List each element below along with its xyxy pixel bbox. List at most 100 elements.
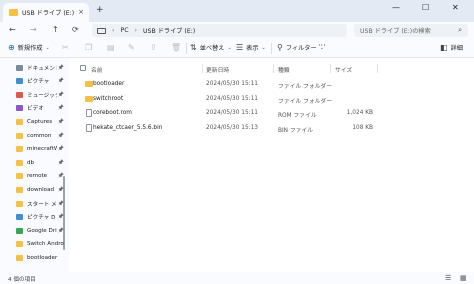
file-name: coreboot.rom bbox=[93, 110, 132, 116]
sidebar-item[interactable]: ピクチャ 📌 bbox=[16, 76, 64, 87]
folder-icon bbox=[16, 91, 23, 98]
pin-icon: 📌 bbox=[57, 159, 64, 166]
filter-icon: ⚲ bbox=[277, 43, 283, 52]
sidebar-item[interactable]: bootloader bbox=[16, 252, 64, 263]
file-type: BIN ファイル bbox=[278, 127, 314, 134]
select-all-checkbox[interactable] bbox=[80, 65, 86, 71]
sidebar-item-label: ビデオ bbox=[27, 106, 44, 113]
folder-icon bbox=[16, 241, 23, 248]
file-row[interactable]: hekate_ctcaer_5.5.6.bin 2024/05/30 15:13 B… bbox=[77, 122, 467, 134]
column-header-type[interactable]: 種類 bbox=[278, 65, 290, 74]
breadcrumb-separator: › bbox=[112, 27, 115, 34]
sidebar-item[interactable]: スタート メニュー📌 bbox=[16, 198, 64, 209]
sort-label: 並べ替え bbox=[199, 45, 225, 52]
search-box[interactable]: USB ドライブ (E:)の検索 ⌕ bbox=[354, 24, 468, 37]
up-icon[interactable]: ↑ bbox=[52, 25, 59, 34]
status-bar: 4 個の項目 ☰ ▦ bbox=[0, 272, 474, 284]
column-divider[interactable] bbox=[202, 64, 203, 73]
column-divider[interactable] bbox=[330, 64, 331, 73]
file-modified: 2024/05/30 15:13 bbox=[206, 124, 258, 131]
pin-icon: 📌 bbox=[57, 91, 64, 98]
file-name: hekate_ctcaer_5.5.6.bin bbox=[93, 124, 163, 131]
sidebar-item[interactable]: Captures 📌 bbox=[16, 116, 64, 127]
monitor-icon bbox=[97, 27, 106, 34]
close-tab-icon[interactable]: × bbox=[78, 8, 84, 16]
sidebar-item[interactable]: ドキュメント📌 bbox=[16, 62, 64, 73]
column-divider[interactable] bbox=[273, 64, 274, 73]
file-row[interactable]: bootloader 2024/05/30 15:11 ファイル フォルダー bbox=[77, 78, 467, 90]
sidebar-item[interactable]: remote 📌 bbox=[16, 171, 64, 182]
column-header-modified[interactable]: 更新日時 bbox=[206, 65, 229, 74]
sidebar-item[interactable]: common 📌 bbox=[16, 130, 64, 141]
tiles-view-icon[interactable]: ▦ bbox=[460, 274, 467, 282]
sidebar-item[interactable]: download 📌 bbox=[16, 184, 64, 195]
cut-icon[interactable]: ✂ bbox=[62, 43, 69, 52]
toolbar-divider bbox=[271, 43, 272, 54]
search-placeholder: USB ドライブ (E:)の検索 bbox=[360, 28, 431, 35]
new-button[interactable]: ⊕ 新規作成 ⌄ bbox=[8, 43, 50, 52]
copy-icon[interactable]: ❐ bbox=[85, 43, 92, 52]
view-button[interactable]: ☰ 表示 ⌄ bbox=[236, 43, 266, 52]
sidebar-item-label: minecraftWo bbox=[27, 146, 57, 153]
pin-icon: 📌 bbox=[57, 173, 64, 180]
sidebar-item[interactable]: ミュージック📌 bbox=[16, 89, 64, 100]
sidebar-item[interactable]: Google Drive📌 bbox=[16, 225, 64, 236]
tab-bar: USB ドライブ (E:) × + — ☐ ✕ bbox=[0, 0, 474, 22]
file-row[interactable]: coreboot.rom 2024/05/30 15:11 ROM ファイル 1,02… bbox=[77, 107, 467, 119]
sort-icon: ⇅ bbox=[190, 43, 197, 52]
sidebar-item[interactable]: minecraftWo📌 bbox=[16, 144, 64, 155]
address-row: ← → ↑ ⟳ › PC › USB ドライブ (E:) USB ドライブ (E… bbox=[0, 22, 474, 39]
file-size: 1,024 KB bbox=[346, 110, 373, 116]
sidebar-item-label: common bbox=[27, 132, 52, 139]
sidebar-item[interactable]: db 📌 bbox=[16, 157, 64, 168]
filter-button[interactable]: ⚲ フィルター ⌄ bbox=[277, 43, 324, 52]
tab-title: USB ドライブ (E:) bbox=[22, 10, 75, 17]
forward-icon[interactable]: → bbox=[30, 25, 37, 34]
sort-button[interactable]: ⇅ 並べ替え ⌄ bbox=[190, 43, 232, 52]
sidebar-item-label: bootloader bbox=[27, 254, 58, 261]
rename-icon[interactable]: ✎ bbox=[128, 43, 135, 52]
address-bar[interactable]: › PC › USB ドライブ (E:) bbox=[92, 24, 347, 37]
plus-circle-icon: ⊕ bbox=[8, 43, 15, 52]
breadcrumb-pc[interactable]: PC bbox=[120, 27, 128, 34]
close-window-button[interactable]: ✕ bbox=[452, 3, 459, 12]
column-header-size[interactable]: サイズ bbox=[335, 65, 352, 74]
new-label: 新規作成 bbox=[17, 45, 43, 52]
paste-icon[interactable]: ▤ bbox=[107, 43, 115, 52]
column-divider[interactable] bbox=[377, 64, 378, 73]
sidebar-item[interactable]: ピクチャ D 📌 bbox=[16, 212, 64, 223]
file-list: 名前 更新日時 種類 サイズ bootloader 2024/05/30 15:1… bbox=[69, 58, 474, 272]
column-header-name[interactable]: 名前 bbox=[91, 65, 103, 74]
breadcrumb-drive[interactable]: USB ドライブ (E:) bbox=[143, 26, 195, 35]
details-pane-icon: ◧ bbox=[440, 43, 448, 52]
pin-icon: 📌 bbox=[57, 132, 64, 139]
folder-icon bbox=[16, 146, 23, 153]
pin-icon: 📌 bbox=[57, 200, 64, 207]
sidebar-item[interactable]: Switch Android bbox=[16, 239, 64, 250]
minimize-button[interactable]: — bbox=[392, 3, 400, 12]
delete-icon[interactable]: 🗑 bbox=[171, 43, 181, 52]
new-tab-button[interactable]: + bbox=[96, 5, 104, 15]
refresh-icon[interactable]: ⟳ bbox=[72, 25, 79, 34]
details-view-icon[interactable]: ☰ bbox=[445, 274, 451, 282]
file-size: 108 KB bbox=[352, 124, 373, 131]
sidebar-item-label: ピクチャ bbox=[27, 79, 50, 86]
navigation-pane: ドキュメント📌ピクチャ📌ミュージック📌ビデオ📌Captures📌common📌m… bbox=[0, 58, 69, 272]
sidebar-item-label: Google Drive bbox=[27, 227, 57, 234]
back-icon[interactable]: ← bbox=[9, 25, 16, 34]
filter-label: フィルター bbox=[285, 45, 317, 52]
folder-icon bbox=[16, 118, 23, 125]
view-label: 表示 bbox=[246, 45, 259, 52]
sidebar-item[interactable]: ビデオ 📌 bbox=[16, 103, 64, 114]
maximize-button[interactable]: ☐ bbox=[422, 3, 429, 12]
more-options-button[interactable]: ··· bbox=[318, 41, 326, 50]
file-modified: 2024/05/30 15:11 bbox=[206, 110, 258, 116]
pin-icon: 📌 bbox=[57, 118, 64, 125]
pin-icon: 📌 bbox=[57, 64, 64, 71]
file-row[interactable]: switchroot 2024/05/30 15:11 ファイル フォルダー bbox=[77, 93, 467, 105]
tab-usb-drive[interactable]: USB ドライブ (E:) × bbox=[3, 3, 89, 22]
file-name: bootloader bbox=[93, 81, 125, 87]
details-pane-button[interactable]: ◧ 詳細 bbox=[440, 43, 463, 52]
folder-icon bbox=[16, 200, 23, 207]
share-icon[interactable]: ⇪ bbox=[150, 43, 157, 52]
